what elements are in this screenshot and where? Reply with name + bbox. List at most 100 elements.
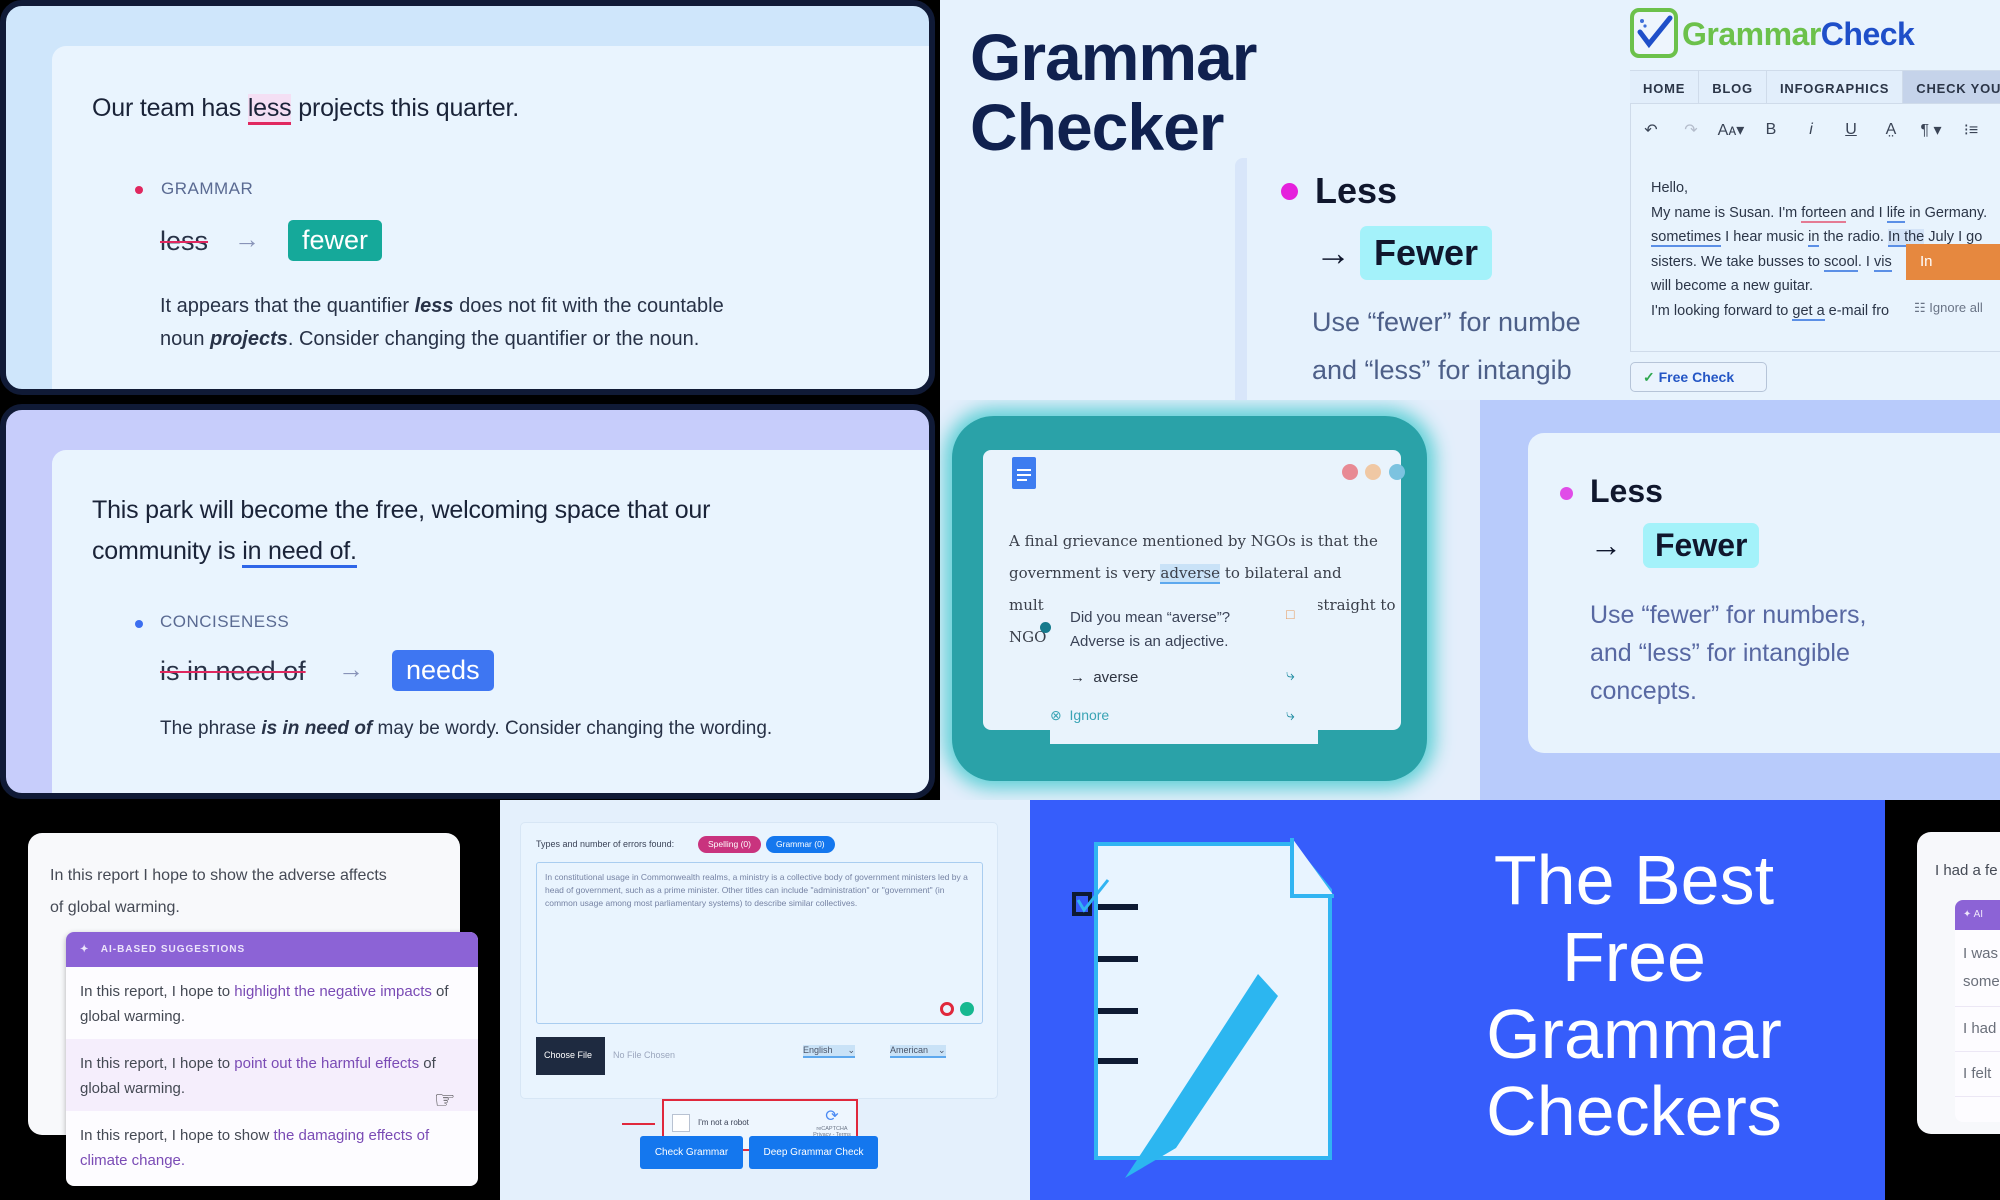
language-value: English <box>803 1045 833 1055</box>
flagged-phrase[interactable]: in need of. <box>242 537 357 568</box>
nav-home[interactable]: HOME <box>1630 71 1700 103</box>
doc-line: government is very adverse to bilateral … <box>1009 557 1395 589</box>
flagged-word[interactable]: less <box>247 94 292 125</box>
font-size-icon[interactable]: Aᴀ▾ <box>1711 120 1751 140</box>
cutoff-ai-tile: I had a fe ✦ AI I was some I had I felt <box>1885 800 2000 1200</box>
suggestion-button[interactable]: In <box>1906 244 2000 280</box>
spelling-chip[interactable]: Spelling (0) <box>698 836 761 853</box>
arrow-right-icon: → <box>1590 527 1622 563</box>
explanation-text: noun <box>160 328 205 350</box>
text: July I go <box>1924 229 1983 245</box>
ignore-apply-icon[interactable]: ⤷ <box>1286 707 1295 725</box>
grammarly-icon[interactable] <box>960 1002 974 1016</box>
grammar-error[interactable]: get a <box>1792 302 1825 321</box>
ai-suggestions-tile: In this report I hope to show the advers… <box>0 800 500 1200</box>
suggestion-word: averse <box>1093 669 1139 686</box>
ignore-all-icon: ☷ <box>1914 300 1926 315</box>
bold-icon[interactable]: B <box>1751 121 1791 139</box>
rule-line: and “less” for intangib <box>1312 355 1572 385</box>
google-docs-icon <box>1012 457 1036 489</box>
text: In this report, I hope to <box>80 1055 235 1072</box>
extension-icon[interactable] <box>940 1002 954 1016</box>
text: government is very <box>1009 564 1156 582</box>
sparkle-icon: ✦ <box>1963 909 1972 920</box>
nav-check-your-text[interactable]: CHECK YOUR T <box>1903 71 2000 103</box>
ignore-all-button[interactable]: ☷ Ignore all <box>1914 300 1983 316</box>
captcha-checkbox[interactable] <box>672 1114 690 1132</box>
popup-detail: Adverse is an adjective. <box>1070 633 1229 650</box>
window-dot-icon[interactable] <box>1342 464 1358 480</box>
text-color-icon[interactable]: A̤ <box>1871 121 1911 139</box>
chevron-down-icon: ⌄ <box>847 1045 856 1055</box>
window-dot-icon[interactable] <box>1365 464 1381 480</box>
category-dot-icon <box>135 620 143 628</box>
undo-icon[interactable]: ↶ <box>1631 120 1671 140</box>
redo-icon[interactable]: ↷ <box>1671 120 1711 140</box>
sentence: Our team has less projects this quarter. <box>92 94 519 125</box>
text: the radio. <box>1819 229 1888 245</box>
italic-icon[interactable]: i <box>1791 121 1831 139</box>
suggestion-card: Our team has less projects this quarter.… <box>52 46 929 389</box>
grammar-error[interactable]: sometimes <box>1651 229 1722 247</box>
docs-suggestion-tile: A final grievance mentioned by NGOs is t… <box>940 400 1480 800</box>
paragraph-icon[interactable]: ¶ ▾ <box>1911 120 1951 140</box>
language-select[interactable]: English ⌄ <box>803 1045 856 1058</box>
source-line: In this report I hope to show the advers… <box>50 867 387 884</box>
dialect-select[interactable]: American ⌄ <box>890 1045 946 1058</box>
suggestion-option[interactable]: I felt <box>1955 1052 2000 1097</box>
feedback-icon[interactable]: □ <box>1286 606 1294 622</box>
grammar-chip[interactable]: Grammar (0) <box>766 836 835 853</box>
underline-icon[interactable]: U <box>1831 121 1871 139</box>
text: some <box>1963 973 2000 990</box>
editor-line: My name is Susan. I'm forteen and I life… <box>1651 201 1987 226</box>
check-grammar-button[interactable]: Check Grammar <box>640 1136 743 1169</box>
spelling-error[interactable]: forteen <box>1801 204 1847 223</box>
apply-suggestion-button[interactable]: → averse <box>1070 669 1138 686</box>
nav-infographics[interactable]: INFOGRAPHICS <box>1767 71 1904 103</box>
nav-blog[interactable]: BLOG <box>1699 71 1767 103</box>
rule-line: Use “fewer” for numbe <box>1312 307 1581 337</box>
suggestion-option[interactable]: I had <box>1955 1007 2000 1052</box>
deep-grammar-check-button[interactable]: Deep Grammar Check <box>749 1136 878 1169</box>
ignore-button[interactable]: ⊗ Ignore <box>1050 707 1109 724</box>
explanation-text: may be wordy. Consider changing the word… <box>377 718 773 739</box>
highlighted-text: highlight the negative impacts <box>234 983 432 1000</box>
text: I'm looking forward to <box>1651 302 1793 319</box>
spelling-error[interactable]: scool <box>1824 253 1858 272</box>
window-dot-icon[interactable] <box>1389 464 1405 480</box>
incorrect-word: Less <box>1315 170 1398 211</box>
free-check-button[interactable]: ✓ Free Check <box>1630 362 1767 392</box>
explanation-text: The phrase <box>160 718 257 739</box>
suggestion-option[interactable]: In this report, I hope to highlight the … <box>66 967 478 1039</box>
explanation-emphasis: projects <box>210 328 288 350</box>
rule-line: concepts. <box>1590 677 1698 705</box>
list-icon[interactable]: ⁝≡ <box>1951 120 1991 140</box>
suggestion-option[interactable]: In this report, I hope to point out the … <box>66 1039 478 1111</box>
grammar-error[interactable]: vis <box>1873 253 1892 272</box>
replacement-chip[interactable]: Fewer <box>1643 523 1760 568</box>
ai-suggestions-panel: ✦ AI I was some I had I felt <box>1955 900 2000 1122</box>
incorrect-word: Less <box>1590 473 1663 509</box>
explanation-text: . Consider changing the quantifier or th… <box>287 328 700 350</box>
best-free-checkers-banner: The Best Free Grammar Checkers <box>1030 800 1885 1200</box>
replacement-chip[interactable]: Fewer <box>1360 226 1493 280</box>
logo-text[interactable]: GrammarCheck <box>1682 16 1915 53</box>
less-fewer-card-tile: Less → Fewer Use “fewer” for numbers, an… <box>1480 400 2000 800</box>
grammar-error[interactable]: in <box>1808 229 1820 247</box>
text-input-area[interactable]: In constitutional usage in Commonwealth … <box>536 862 983 1024</box>
replacement-button[interactable]: needs <box>392 650 494 691</box>
sparkle-icon: ✦ <box>80 944 90 955</box>
errors-found-label: Types and number of errors found: <box>536 839 675 849</box>
suggestion-option[interactable]: I was some <box>1955 930 2000 1007</box>
replacement-button[interactable]: fewer <box>288 220 383 261</box>
grammar-error[interactable]: life <box>1886 204 1906 223</box>
apply-icon[interactable]: ⤷ <box>1286 667 1295 685</box>
choose-file-button[interactable]: Choose File <box>536 1037 605 1075</box>
flagged-word[interactable]: adverse <box>1160 564 1221 584</box>
grammar-checker-hero-tile: Grammar Checker Less → Fewer Use “fewer”… <box>940 0 1630 408</box>
rule-line: Use “fewer” for numbers, <box>1590 601 1867 629</box>
category-label: CONCISENESS <box>160 612 290 631</box>
sentence-text: This park will become the free, welcomin… <box>92 496 711 524</box>
ai-header-label: AI-BASED SUGGESTIONS <box>100 944 246 955</box>
suggestion-option[interactable]: In this report, I hope to show the damag… <box>66 1111 478 1183</box>
